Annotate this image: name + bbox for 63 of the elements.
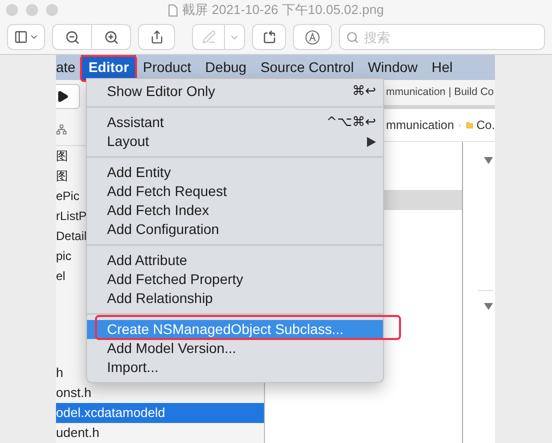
menu-item-label: Show Editor Only — [107, 82, 216, 101]
shortcut-label: ^⌥⌘↩ — [326, 114, 376, 132]
pen-icon — [202, 30, 216, 44]
menu-bar-item[interactable]: ate — [56, 55, 82, 80]
sidebar-icon — [14, 30, 28, 44]
activity-status: mmunication | Build Co — [386, 84, 494, 100]
breadcrumb-item[interactable]: mmunication — [386, 116, 454, 134]
menu-item[interactable]: Add Configuration — [87, 220, 383, 239]
menu-bar-item[interactable]: Product — [136, 55, 198, 80]
menu-item[interactable]: Layout — [87, 132, 383, 151]
share-button[interactable] — [138, 24, 175, 50]
menu-item[interactable]: Show Editor Only ⌘↩ — [87, 82, 383, 101]
menu-item[interactable]: Assistant ^⌥⌘↩ — [87, 113, 383, 132]
menu-item[interactable]: Add Entity — [87, 163, 383, 182]
breadcrumb-item[interactable]: Co. — [476, 116, 495, 134]
circled-letter-icon — [305, 30, 320, 44]
search-icon — [346, 31, 359, 44]
file-item[interactable]: udent.h — [56, 423, 264, 443]
menu-bar-item[interactable]: Source Control — [253, 55, 361, 80]
menu-item[interactable]: Add Fetch Request — [87, 182, 383, 201]
menu-item-label: Assistant — [107, 113, 164, 132]
share-icon — [150, 30, 164, 44]
zoom-out-button[interactable] — [52, 24, 92, 50]
play-icon — [56, 90, 69, 103]
menu-item[interactable]: Add Attribute — [87, 251, 383, 270]
menu-bar-item[interactable]: Editor — [81, 55, 136, 80]
menu-item-label: Add Entity — [107, 163, 171, 182]
menu-bar-item[interactable]: Hel — [424, 55, 460, 80]
menu-item-label: Layout — [107, 132, 150, 151]
disclosure-triangle-icon[interactable] — [484, 303, 493, 310]
run-button[interactable] — [56, 84, 80, 109]
menu-item[interactable]: Import... — [87, 358, 383, 377]
menu-item-label: Add Fetch Index — [107, 201, 209, 220]
menu-item-label: Add Configuration — [107, 220, 220, 239]
menu-item-label: Add Attribute — [107, 251, 188, 270]
zoom-out-icon — [64, 30, 80, 44]
menu-item-label: Add Fetched Property — [107, 270, 244, 289]
menu-item[interactable]: Add Relationship — [87, 289, 383, 308]
menu-item-label: Create NSManagedObject Subclass... — [107, 320, 344, 339]
document-icon — [168, 4, 178, 16]
sidebar-toggle-button[interactable] — [7, 24, 45, 50]
rotate-icon — [262, 30, 276, 44]
menu-bar-item[interactable]: Window — [360, 55, 425, 80]
menu-item-label: Add Model Version... — [107, 339, 236, 358]
menu-item[interactable]: Add Fetch Index — [87, 201, 383, 220]
menu-item[interactable]: Add Fetched Property — [87, 270, 383, 289]
rotate-button[interactable] — [252, 24, 286, 50]
file-item[interactable]: odel.xcdatamodeld — [56, 403, 264, 423]
menu-item[interactable]: Add Model Version... — [87, 339, 383, 358]
annotate-button[interactable] — [293, 24, 332, 50]
menu-item-label: Add Relationship — [107, 289, 213, 308]
submenu-arrow-icon — [367, 136, 376, 146]
zoom-in-button[interactable] — [92, 24, 131, 50]
menu-item-label: Import... — [107, 358, 158, 377]
menu-item-label: Add Fetch Request — [107, 182, 227, 201]
window-title: 截屏 2021-10-26 下午10.05.02.png — [182, 1, 384, 20]
zoom-in-icon — [104, 30, 118, 44]
file-item[interactable]: onst.h — [56, 383, 264, 403]
search-field[interactable]: 搜索 — [339, 24, 545, 50]
hierarchy-icon[interactable] — [56, 124, 67, 134]
disclosure-triangle-icon[interactable] — [484, 157, 493, 164]
menu-bar-item[interactable]: Debug — [198, 55, 254, 80]
shortcut-label: ⌘↩ — [352, 83, 376, 101]
